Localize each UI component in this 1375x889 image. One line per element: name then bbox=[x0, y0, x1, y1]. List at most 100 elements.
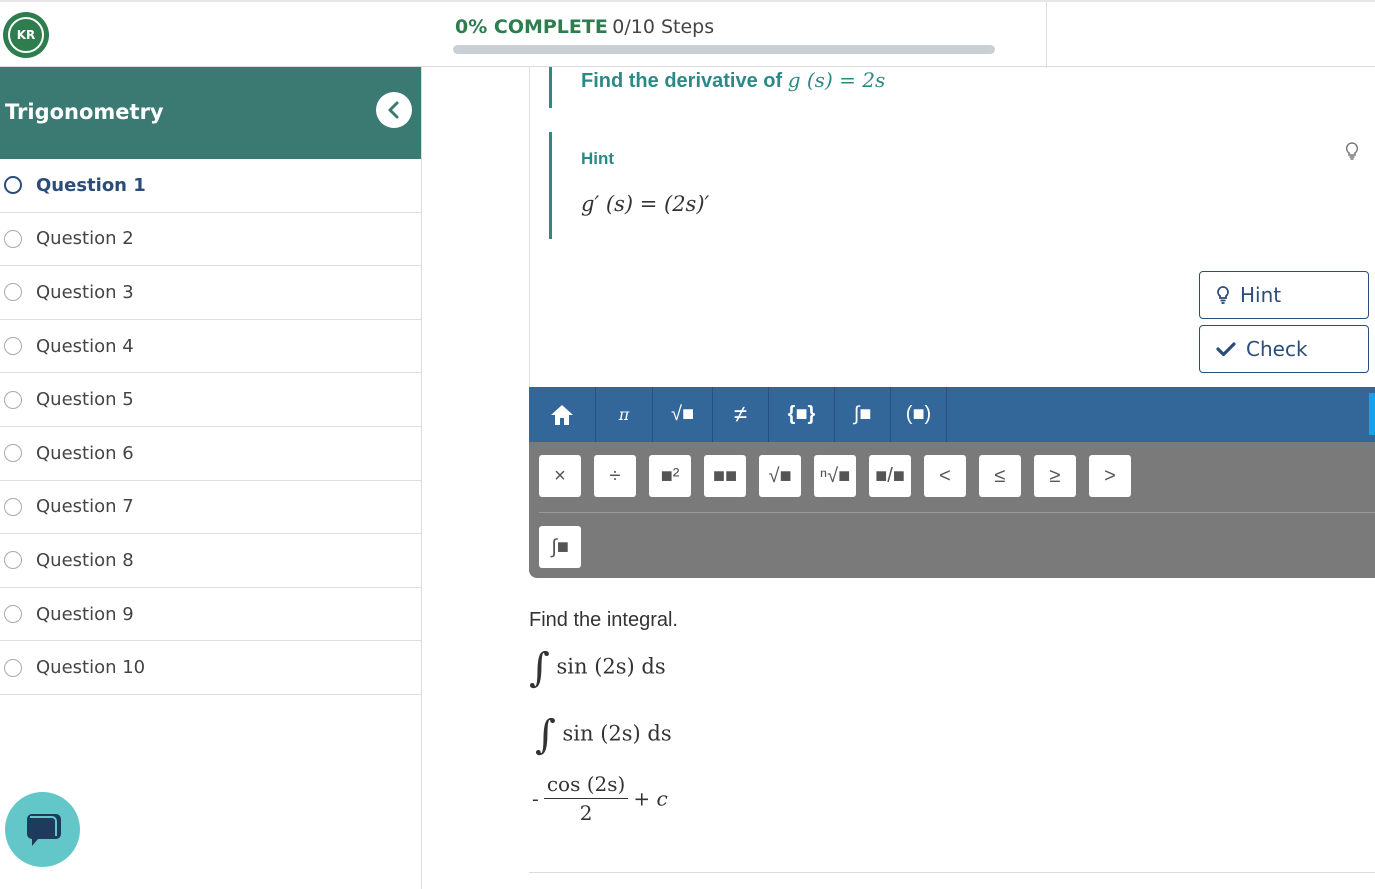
answer-constant: + c bbox=[633, 786, 668, 811]
radio-icon bbox=[4, 229, 22, 248]
logo-text: KR bbox=[8, 17, 44, 53]
logo[interactable]: KR bbox=[3, 12, 49, 58]
radio-icon bbox=[4, 497, 22, 516]
integral-answer: - cos (2s) 2 + c bbox=[532, 772, 668, 825]
step-title-math: g (s) = 2s bbox=[787, 68, 886, 92]
check-button[interactable]: Check bbox=[1199, 325, 1369, 373]
sidebar-item-label: Question 2 bbox=[36, 228, 134, 250]
key-times[interactable]: × bbox=[539, 455, 581, 497]
checkmark-icon bbox=[1216, 342, 1236, 357]
answer-fraction: cos (2s) 2 bbox=[543, 772, 629, 825]
step-title-text: Find the derivative of bbox=[581, 70, 783, 92]
sidebar-item-question-6[interactable]: Question 6 bbox=[0, 427, 421, 481]
math-keyboard: π √■ ≠ {■} ∫■ (■) × ÷ ■² ■■ √■ ⁿ√■ ■/■ < ≤ ≥ > ∫■ bbox=[529, 387, 1375, 578]
sidebar-item-label: Question 5 bbox=[36, 389, 134, 411]
hint-button-label: Hint bbox=[1240, 283, 1282, 307]
keyboard-divider bbox=[539, 512, 1375, 513]
sidebar-item-question-5[interactable]: Question 5 bbox=[0, 373, 421, 427]
radio-icon bbox=[4, 658, 22, 677]
sidebar-item-label: Question 6 bbox=[36, 442, 134, 464]
key-divide[interactable]: ÷ bbox=[594, 455, 636, 497]
key-greater-equal[interactable]: ≥ bbox=[1034, 455, 1076, 497]
sidebar-item-label: Question 9 bbox=[36, 603, 134, 625]
radio-icon bbox=[4, 444, 22, 463]
radio-icon bbox=[4, 605, 22, 624]
key-square[interactable]: ■² bbox=[649, 455, 691, 497]
sidebar-item-label: Question 4 bbox=[36, 335, 134, 357]
key-less-than[interactable]: < bbox=[924, 455, 966, 497]
chat-icon bbox=[26, 813, 61, 846]
progress-label: 0% COMPLETE 0/10 Steps bbox=[455, 16, 714, 38]
check-button-label: Check bbox=[1246, 337, 1308, 361]
hint-formula: g′ (s) = (2s)′ bbox=[581, 192, 710, 216]
sidebar-item-label: Question 10 bbox=[36, 657, 146, 679]
keyboard-tabs: π √■ ≠ {■} ∫■ (■) bbox=[529, 387, 1375, 442]
sidebar: Trigonometry Question 1 Question 2 Questio… bbox=[0, 67, 422, 889]
lightbulb-icon bbox=[1217, 286, 1229, 304]
key-subscript[interactable]: ■■ bbox=[704, 455, 746, 497]
keyboard-scroll-indicator[interactable] bbox=[1369, 393, 1375, 435]
collapse-sidebar-button[interactable] bbox=[376, 92, 412, 128]
sidebar-item-label: Question 1 bbox=[36, 174, 146, 196]
keyboard-tab-brackets[interactable]: (■) bbox=[891, 387, 947, 442]
key-integral[interactable]: ∫■ bbox=[539, 526, 581, 568]
integral-sign: ∫ bbox=[529, 645, 550, 691]
chevron-left-icon bbox=[388, 101, 399, 119]
question-list: Question 1 Question 2 Question 3 Question 4… bbox=[0, 159, 421, 695]
keyboard-row-1: × ÷ ■² ■■ √■ ⁿ√■ ■/■ < ≤ ≥ > bbox=[539, 455, 1144, 497]
integral-body: sin (2s) ds bbox=[556, 654, 666, 679]
integral-expression: ∫ sin (2s) ds bbox=[529, 645, 666, 691]
radio-icon bbox=[4, 283, 22, 302]
key-nth-root[interactable]: ⁿ√■ bbox=[814, 455, 856, 497]
key-greater-than[interactable]: > bbox=[1089, 455, 1131, 497]
sidebar-item-question-10[interactable]: Question 10 bbox=[0, 641, 421, 695]
integral-body: sin (2s) ds bbox=[562, 721, 672, 746]
sidebar-item-question-2[interactable]: Question 2 bbox=[0, 213, 421, 267]
keyboard-tab-relations[interactable]: ≠ bbox=[713, 387, 769, 442]
hint-accent-bar bbox=[549, 132, 552, 239]
keyboard-tab-root[interactable]: √■ bbox=[653, 387, 713, 442]
radio-icon bbox=[4, 176, 22, 195]
sidebar-header: Trigonometry bbox=[0, 67, 421, 159]
key-less-equal[interactable]: ≤ bbox=[979, 455, 1021, 497]
radio-icon bbox=[4, 337, 22, 356]
keyboard-row-2: ∫■ bbox=[539, 526, 594, 568]
progress-percent: 0% COMPLETE bbox=[455, 16, 608, 38]
progress-bar bbox=[453, 45, 995, 54]
sidebar-item-question-7[interactable]: Question 7 bbox=[0, 481, 421, 535]
step-title: Find the derivative of g (s) = 2s bbox=[581, 68, 885, 93]
radio-icon bbox=[4, 551, 22, 570]
integral-prompt: Find the integral. bbox=[529, 609, 678, 631]
keyboard-tab-home[interactable] bbox=[529, 387, 596, 442]
sidebar-item-label: Question 7 bbox=[36, 496, 134, 518]
sidebar-item-question-8[interactable]: Question 8 bbox=[0, 534, 421, 588]
sidebar-item-label: Question 3 bbox=[36, 281, 134, 303]
keyboard-tab-pi[interactable]: π bbox=[596, 387, 653, 442]
sidebar-item-label: Question 8 bbox=[36, 549, 134, 571]
step-accent-bar bbox=[549, 67, 552, 108]
hint-button[interactable]: Hint bbox=[1199, 271, 1369, 319]
top-bar: KR 0% COMPLETE 0/10 Steps bbox=[0, 0, 1375, 68]
key-sqrt[interactable]: √■ bbox=[759, 455, 801, 497]
sidebar-title: Trigonometry bbox=[5, 100, 164, 124]
sidebar-item-question-3[interactable]: Question 3 bbox=[0, 266, 421, 320]
section-divider bbox=[529, 872, 1375, 873]
chat-button[interactable] bbox=[5, 792, 80, 867]
home-icon bbox=[551, 404, 573, 425]
lightbulb-icon[interactable] bbox=[1344, 141, 1360, 166]
answer-sign: - bbox=[532, 786, 539, 811]
key-fraction[interactable]: ■/■ bbox=[869, 455, 911, 497]
sidebar-item-question-4[interactable]: Question 4 bbox=[0, 320, 421, 374]
answer-numerator: cos (2s) bbox=[543, 772, 629, 799]
integral-sign: ∫ bbox=[535, 712, 556, 758]
main-content: Find the derivative of g (s) = 2s Hint g… bbox=[423, 67, 1375, 889]
sidebar-item-question-1[interactable]: Question 1 bbox=[0, 159, 421, 213]
hint-label: Hint bbox=[581, 149, 615, 168]
header-divider bbox=[1046, 2, 1047, 68]
integral-expression-step: ∫ sin (2s) ds bbox=[535, 712, 672, 758]
keyboard-tab-sets[interactable]: {■} bbox=[769, 387, 835, 442]
sidebar-item-question-9[interactable]: Question 9 bbox=[0, 588, 421, 642]
keyboard-tab-calculus[interactable]: ∫■ bbox=[835, 387, 891, 442]
radio-icon bbox=[4, 390, 22, 409]
answer-denominator: 2 bbox=[579, 801, 593, 825]
